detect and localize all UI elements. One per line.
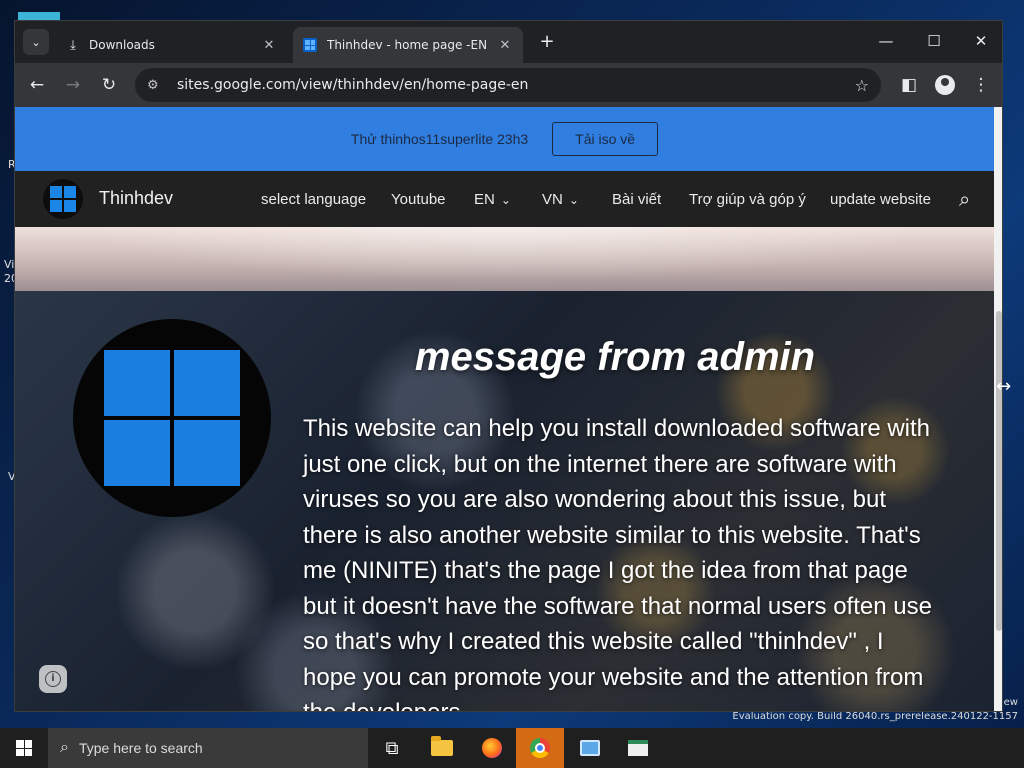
browser-toolbar: ← → ↻ ⚙ sites.google.com/view/thinhdev/e… <box>15 63 1002 107</box>
reload-button[interactable]: ↻ <box>95 71 123 99</box>
web-page: Thử thinhos11superlite 23h3 Tải iso về T… <box>15 107 994 711</box>
tab-label: Thinhdev - home page -EN <box>327 38 488 52</box>
profile-button[interactable] <box>931 71 959 99</box>
tab-home-page[interactable]: Thinhdev - home page -EN ✕ <box>293 27 523 63</box>
info-button[interactable]: i <box>39 665 67 693</box>
back-button[interactable]: ← <box>23 71 51 99</box>
search-icon: ⌕ <box>60 739 69 756</box>
search-icon[interactable]: ⌕ <box>959 187 970 211</box>
download-iso-button[interactable]: Tải iso về <box>552 122 659 156</box>
remote-desktop-icon[interactable] <box>566 728 614 768</box>
chevron-down-icon: ⌄ <box>500 193 511 207</box>
tab-search-button[interactable]: ⌄ <box>23 29 49 55</box>
windows-start-icon <box>16 740 32 756</box>
message-body: This website can help you install downlo… <box>303 415 932 711</box>
windows-favicon-icon <box>303 38 319 52</box>
windows-logo-image <box>73 319 271 517</box>
info-icon: i <box>45 671 61 687</box>
tab-label: Downloads <box>89 38 155 52</box>
url-text[interactable]: sites.google.com/view/thinhdev/en/home-p… <box>177 77 855 93</box>
chevron-down-icon: ⌄ <box>568 193 579 207</box>
minimize-button[interactable]: — <box>863 27 909 57</box>
taskbar: ⌕ Type here to search ⧉ <box>0 728 1024 768</box>
desktop-text-fragment: Vi <box>4 258 15 271</box>
app-icon[interactable] <box>614 728 662 768</box>
site-name[interactable]: Thinhdev <box>99 188 173 209</box>
tab-strip: ⌄ ⤓ Downloads ✕ Thinhdev - home page -EN… <box>15 21 1002 63</box>
nav-item-help[interactable]: Trợ giúp và góp ý <box>689 191 806 208</box>
watermark-fragment: ew <box>1003 697 1018 708</box>
address-bar[interactable]: ⚙ sites.google.com/view/thinhdev/en/home… <box>135 68 881 102</box>
site-logo[interactable] <box>43 179 83 219</box>
announcement-text: Thử thinhos11superlite 23h3 <box>350 131 529 147</box>
close-icon[interactable]: ✕ <box>497 38 513 53</box>
nav-item-label: EN <box>474 191 495 208</box>
nav-item-en[interactable]: EN ⌄ <box>474 191 511 208</box>
site-info-icon[interactable]: ⚙ <box>147 78 167 93</box>
avatar-icon <box>935 75 955 95</box>
nav-item-label: VN <box>542 191 563 208</box>
task-view-icon[interactable]: ⧉ <box>368 728 416 768</box>
maximize-button[interactable]: ☐ <box>911 27 957 57</box>
resize-cursor-icon: ↔ <box>996 376 1012 397</box>
hero-banner <box>15 227 994 291</box>
nav-item-update-website[interactable]: update website <box>830 191 931 208</box>
chevron-down-icon: ⌄ <box>31 35 41 49</box>
chrome-icon[interactable] <box>516 728 564 768</box>
nav-item-posts[interactable]: Bài viết <box>612 191 661 208</box>
evaluation-watermark: Evaluation copy. Build 26040.rs_prerelea… <box>732 711 1018 722</box>
firefox-icon[interactable] <box>468 728 516 768</box>
search-placeholder: Type here to search <box>78 740 203 756</box>
announcement-bar: Thử thinhos11superlite 23h3 Tải iso về <box>15 107 994 171</box>
tab-downloads[interactable]: ⤓ Downloads ✕ <box>55 27 287 63</box>
nav-item-vn[interactable]: VN ⌄ <box>542 191 579 208</box>
close-window-button[interactable]: ✕ <box>958 27 1002 57</box>
file-explorer-icon[interactable] <box>418 728 466 768</box>
start-button[interactable] <box>0 728 48 768</box>
bookmark-star-icon[interactable]: ☆ <box>855 76 869 95</box>
close-icon[interactable]: ✕ <box>261 38 277 53</box>
message-title: message from admin <box>414 335 816 379</box>
site-navbar: Thinhdev select language Youtube EN ⌄ VN ⌄… <box>15 171 994 227</box>
download-icon: ⤓ <box>70 37 76 53</box>
nav-item-youtube[interactable]: Youtube <box>391 191 446 208</box>
forward-button[interactable]: → <box>59 71 87 99</box>
menu-button[interactable]: ⋮ <box>967 71 995 99</box>
scrollbar-thumb[interactable] <box>996 311 1002 631</box>
side-panel-button[interactable]: ◧ <box>895 71 923 99</box>
nav-item-select-language[interactable]: select language <box>261 191 366 208</box>
taskbar-search-box[interactable]: ⌕ Type here to search <box>48 728 368 768</box>
new-tab-button[interactable]: + <box>535 31 559 55</box>
browser-window: ⌄ ⤓ Downloads ✕ Thinhdev - home page -EN… <box>14 20 1003 712</box>
